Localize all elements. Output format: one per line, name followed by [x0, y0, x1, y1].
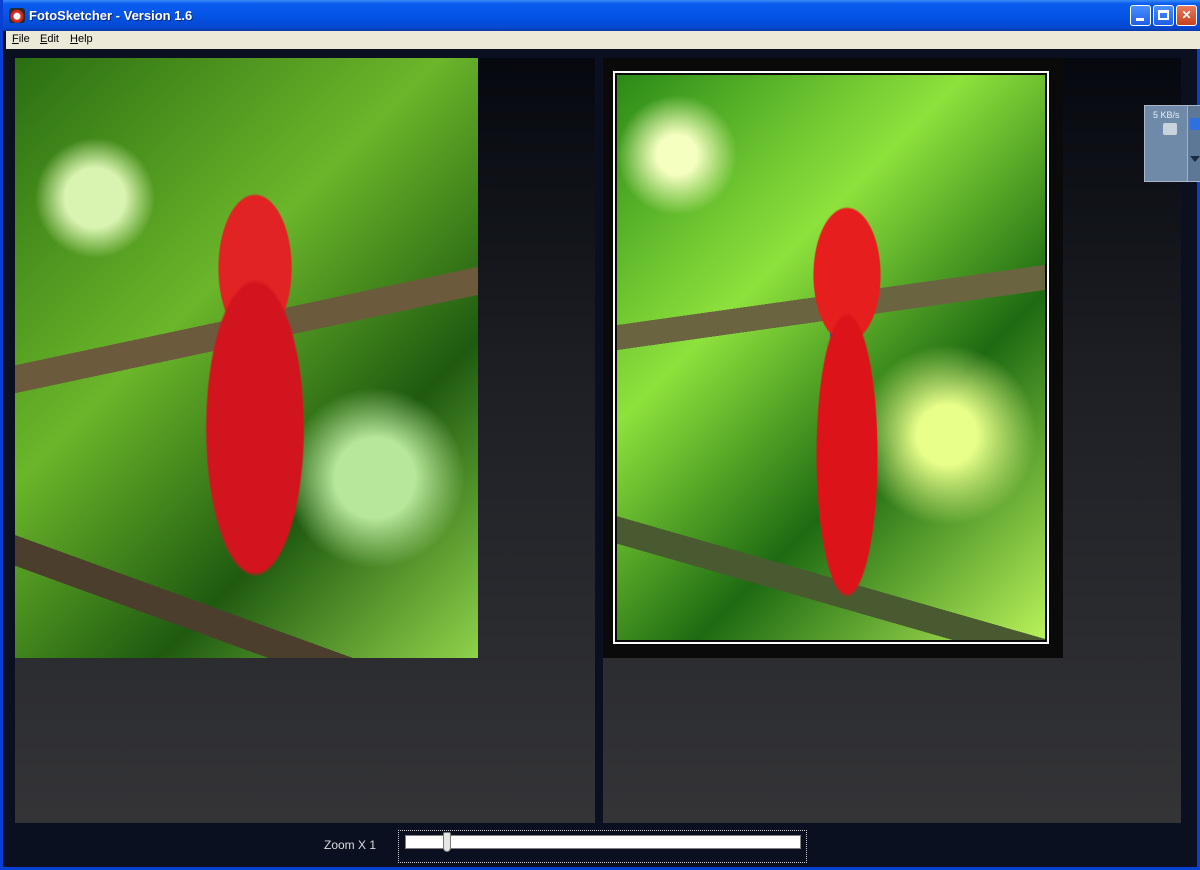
title-bar[interactable]: FotoSketcher - Version 1.6 — [3, 0, 1200, 31]
app-icon[interactable] — [9, 8, 25, 23]
sketch-image-panel[interactable] — [603, 58, 1181, 823]
original-photo — [15, 58, 478, 658]
close-button[interactable] — [1176, 5, 1197, 26]
sketch-photo — [617, 75, 1045, 640]
zoom-slider[interactable] — [405, 835, 801, 849]
network-meter-widget[interactable]: 5 KB/s — [1144, 105, 1200, 182]
app-window: FotoSketcher - Version 1.6 File Edit Hel… — [0, 0, 1200, 870]
network-icon — [1163, 123, 1177, 135]
maximize-button[interactable] — [1153, 5, 1174, 26]
menu-help[interactable]: Help — [70, 33, 93, 45]
window-title: FotoSketcher - Version 1.6 — [29, 8, 193, 23]
menu-bar: File Edit Help — [6, 31, 1200, 49]
download-icon[interactable] — [1190, 118, 1200, 130]
menu-edit[interactable]: Edit — [40, 33, 59, 45]
zoom-label: Zoom X 1 — [324, 838, 377, 852]
chevron-down-icon[interactable] — [1190, 156, 1200, 162]
network-rate: 5 KB/s — [1153, 110, 1180, 120]
minimize-button[interactable] — [1130, 5, 1151, 26]
original-image-panel[interactable] — [15, 58, 595, 823]
network-meter-sidebar — [1187, 106, 1200, 181]
menu-file[interactable]: File — [12, 33, 30, 45]
zoom-slider-thumb[interactable] — [443, 832, 451, 852]
